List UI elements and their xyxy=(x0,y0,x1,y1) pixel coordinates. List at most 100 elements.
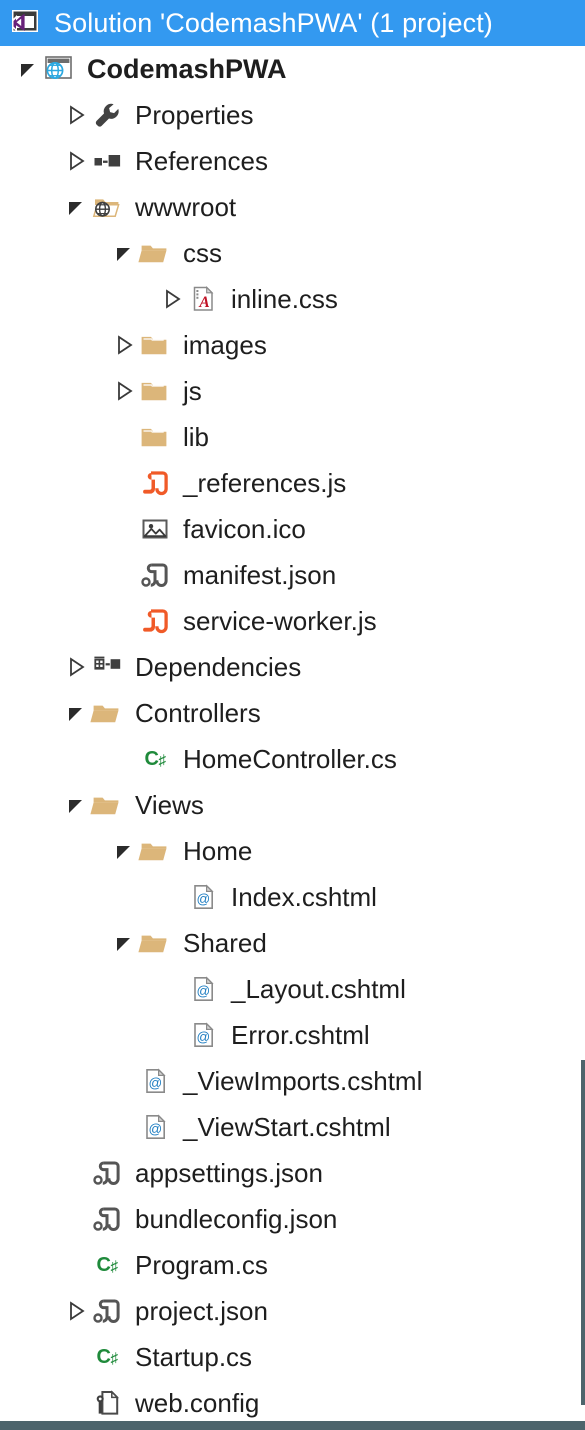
tree-item-index-cshtml[interactable]: @ Index.cshtml xyxy=(0,874,585,920)
chevron-down-icon[interactable] xyxy=(14,55,42,83)
tree-item-views[interactable]: Views xyxy=(0,782,585,828)
tree-item-references[interactable]: References xyxy=(0,138,585,184)
tree-item-references-js[interactable]: _references.js xyxy=(0,460,585,506)
expander-placeholder xyxy=(158,975,186,1003)
javascript-file-icon xyxy=(138,466,172,500)
svg-text:@: @ xyxy=(196,892,210,907)
tree-item-manifest-json[interactable]: manifest.json xyxy=(0,552,585,598)
web-project-icon xyxy=(42,52,76,86)
solution-title: Solution 'CodemashPWA' (1 project) xyxy=(54,7,493,38)
tree-item-label: manifest.json xyxy=(183,559,337,590)
project-tree: CodemashPWA Properties References wwwroot cs… xyxy=(0,46,585,1426)
tree-item-viewstart-cshtml[interactable]: @ _ViewStart.cshtml xyxy=(0,1104,585,1150)
tree-item-wwwroot[interactable]: wwwroot xyxy=(0,184,585,230)
expander-placeholder xyxy=(158,883,186,911)
tree-item-viewimports-cshtml[interactable]: @ _ViewImports.cshtml xyxy=(0,1058,585,1104)
json-file-icon xyxy=(90,1294,124,1328)
chevron-right-icon[interactable] xyxy=(158,285,186,313)
expander-placeholder xyxy=(110,561,138,589)
chevron-down-icon[interactable] xyxy=(110,239,138,267)
tree-item-label: _Layout.cshtml xyxy=(231,973,406,1004)
tree-item-label: _ViewImports.cshtml xyxy=(183,1065,423,1096)
tree-item-homecontroller-cs[interactable]: C♯ HomeController.cs xyxy=(0,736,585,782)
expander-placeholder xyxy=(62,1251,90,1279)
tree-item-label: _ViewStart.cshtml xyxy=(183,1111,391,1142)
expander-placeholder xyxy=(110,745,138,773)
chevron-right-icon[interactable] xyxy=(110,377,138,405)
tree-item-label: bundleconfig.json xyxy=(135,1203,338,1234)
references-icon xyxy=(90,144,124,178)
tree-item-service-worker-js[interactable]: service-worker.js xyxy=(0,598,585,644)
expander-placeholder xyxy=(110,423,138,451)
tree-item-label: Shared xyxy=(183,927,267,958)
tree-item-layout-cshtml[interactable]: @ _Layout.cshtml xyxy=(0,966,585,1012)
chevron-right-icon[interactable] xyxy=(62,653,90,681)
tree-item-label: Program.cs xyxy=(135,1249,268,1280)
tree-item-label: wwwroot xyxy=(135,191,237,222)
tree-item-label: Dependencies xyxy=(135,651,302,682)
dependencies-icon xyxy=(90,650,124,684)
expander-placeholder xyxy=(62,1343,90,1371)
chevron-down-icon[interactable] xyxy=(62,699,90,727)
expander-placeholder xyxy=(110,515,138,543)
expander-placeholder xyxy=(110,607,138,635)
tree-item-home[interactable]: Home xyxy=(0,828,585,874)
tree-item-label: Index.cshtml xyxy=(231,881,377,912)
javascript-file-icon xyxy=(138,604,172,638)
tree-item-label: Startup.cs xyxy=(135,1341,253,1372)
solution-explorer-panel: Solution 'CodemashPWA' (1 project) Codem… xyxy=(0,0,585,1430)
tree-item-inline-css[interactable]: Ainline.css xyxy=(0,276,585,322)
tree-item-shared[interactable]: Shared xyxy=(0,920,585,966)
tree-item-dependencies[interactable]: Dependencies xyxy=(0,644,585,690)
panel-right-border xyxy=(581,1060,585,1405)
tree-item-project-json[interactable]: project.json xyxy=(0,1288,585,1334)
tree-item-properties[interactable]: Properties xyxy=(0,92,585,138)
tree-item-js[interactable]: js xyxy=(0,368,585,414)
chevron-right-icon[interactable] xyxy=(110,331,138,359)
expander-placeholder xyxy=(110,1067,138,1095)
chevron-down-icon[interactable] xyxy=(110,837,138,865)
expander-placeholder xyxy=(62,1389,90,1417)
tree-item-web-config[interactable]: web.config xyxy=(0,1380,585,1426)
chevron-down-icon[interactable] xyxy=(110,929,138,957)
solution-header-row[interactable]: Solution 'CodemashPWA' (1 project) xyxy=(0,0,585,46)
tree-item-startup-cs[interactable]: C♯ Startup.cs xyxy=(0,1334,585,1380)
json-file-icon xyxy=(90,1202,124,1236)
csharp-file-icon: C♯ xyxy=(144,748,166,770)
tree-item-css[interactable]: css xyxy=(0,230,585,276)
tree-item-program-cs[interactable]: C♯ Program.cs xyxy=(0,1242,585,1288)
css-file-icon: A xyxy=(186,282,220,316)
tree-item-label: _references.js xyxy=(183,467,347,498)
cshtml-file-icon: @ xyxy=(138,1110,172,1144)
tree-item-label: CodemashPWA xyxy=(87,53,287,84)
tree-item-label: js xyxy=(183,375,202,406)
tree-item-codemashpwa[interactable]: CodemashPWA xyxy=(0,46,585,92)
tree-item-label: Home xyxy=(183,835,253,866)
tree-item-label: Views xyxy=(135,789,204,820)
tree-item-label: inline.css xyxy=(231,283,338,314)
chevron-down-icon[interactable] xyxy=(62,791,90,819)
chevron-right-icon[interactable] xyxy=(62,147,90,175)
chevron-right-icon[interactable] xyxy=(62,1297,90,1325)
folder-open-icon xyxy=(138,236,172,270)
tree-item-error-cshtml[interactable]: @ Error.cshtml xyxy=(0,1012,585,1058)
folder-open-icon xyxy=(90,788,124,822)
tree-item-label: css xyxy=(183,237,222,268)
tree-item-lib[interactable]: lib xyxy=(0,414,585,460)
expander-placeholder xyxy=(110,1113,138,1141)
cshtml-file-icon: @ xyxy=(186,972,220,1006)
tree-item-label: lib xyxy=(183,421,210,452)
tree-item-label: service-worker.js xyxy=(183,605,377,636)
tree-item-label: Error.cshtml xyxy=(231,1019,370,1050)
tree-item-images[interactable]: images xyxy=(0,322,585,368)
tree-item-bundleconfig-json[interactable]: bundleconfig.json xyxy=(0,1196,585,1242)
tree-item-favicon-ico[interactable]: favicon.ico xyxy=(0,506,585,552)
svg-text:@: @ xyxy=(196,1030,210,1045)
tree-item-controllers[interactable]: Controllers xyxy=(0,690,585,736)
folder-open-icon xyxy=(138,834,172,868)
tree-item-label: References xyxy=(135,145,268,176)
chevron-down-icon[interactable] xyxy=(62,193,90,221)
tree-item-appsettings-json[interactable]: appsettings.json xyxy=(0,1150,585,1196)
json-file-icon xyxy=(138,558,172,592)
chevron-right-icon[interactable] xyxy=(62,101,90,129)
